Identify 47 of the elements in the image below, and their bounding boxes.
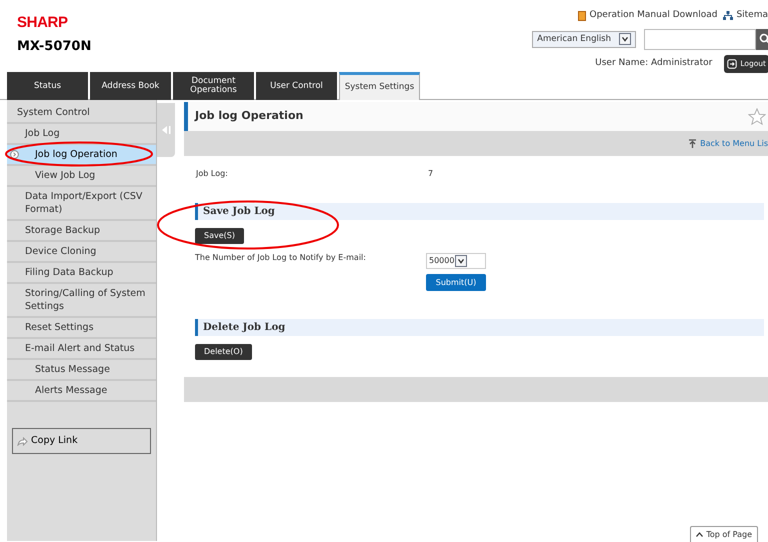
nav-tab[interactable]: Address Book	[90, 72, 171, 100]
model-name: MX-5070N	[17, 38, 92, 56]
collapse-icon	[161, 125, 171, 135]
sitemap-link[interactable]: Sitema	[723, 9, 768, 22]
sidebar-item[interactable]: View Job Log	[7, 166, 156, 187]
collapse-handle[interactable]	[157, 103, 175, 157]
section-title: Save Job Log	[203, 205, 275, 219]
chevron-up-icon	[696, 532, 704, 537]
language-select[interactable]: American English	[532, 30, 636, 48]
share-arrow-icon	[17, 436, 28, 446]
back-to-menu-link[interactable]: Back to Menu Lis	[688, 138, 768, 150]
job-log-value: 7	[428, 168, 434, 180]
arrow-circle-icon	[10, 150, 19, 159]
top-of-page-button[interactable]: Top of Page	[690, 526, 758, 542]
notify-count-select[interactable]: 50000	[426, 253, 486, 269]
notify-label: The Number of Job Log to Notify by E-mail:	[195, 252, 367, 264]
user-name: User Name: Administrator	[595, 56, 712, 70]
copy-link-button[interactable]: Copy Link	[12, 428, 151, 454]
action-button[interactable]: Save(S)	[195, 228, 244, 244]
sidebar-item[interactable]: Data Import/Export (CSV Format)	[7, 187, 156, 221]
logout-icon	[727, 58, 738, 68]
sidebar-item[interactable]: Storing/Calling of System Settings	[7, 284, 156, 318]
nav-tab[interactable]: Document Operations	[173, 72, 254, 100]
nav-tab[interactable]: System Settings	[339, 72, 420, 100]
sidebar-item[interactable]: Storage Backup	[7, 221, 156, 242]
manual-download-link[interactable]: Operation Manual Download	[578, 9, 718, 22]
logo: SHARP	[17, 14, 69, 32]
search-icon	[759, 33, 768, 45]
action-button[interactable]: Delete(O)	[195, 344, 252, 360]
sidebar-item[interactable]: System Control	[7, 103, 156, 124]
sidebar-item[interactable]: E-mail Alert and Status	[7, 339, 156, 360]
nav-tab[interactable]: Status	[7, 72, 88, 100]
sidebar-item[interactable]: Status Message	[7, 360, 156, 381]
sidebar-item[interactable]: Reset Settings	[7, 318, 156, 339]
sitemap-icon	[723, 11, 734, 20]
nav-tab[interactable]: User Control	[256, 72, 337, 100]
back-arrow-icon	[688, 138, 698, 148]
submit-button[interactable]: Submit(U)	[426, 274, 486, 291]
sidebar-item[interactable]: Alerts Message	[7, 381, 156, 402]
job-log-label: Job Log:	[196, 168, 229, 180]
sidebar-item[interactable]: Filing Data Backup	[7, 263, 156, 284]
search-field[interactable]	[644, 28, 756, 50]
star-icon[interactable]	[748, 108, 766, 126]
page-title: Job log Operation	[195, 108, 304, 124]
sidebar-item[interactable]: Device Cloning	[7, 242, 156, 263]
section-title: Delete Job Log	[203, 321, 286, 335]
book-icon	[578, 10, 586, 21]
